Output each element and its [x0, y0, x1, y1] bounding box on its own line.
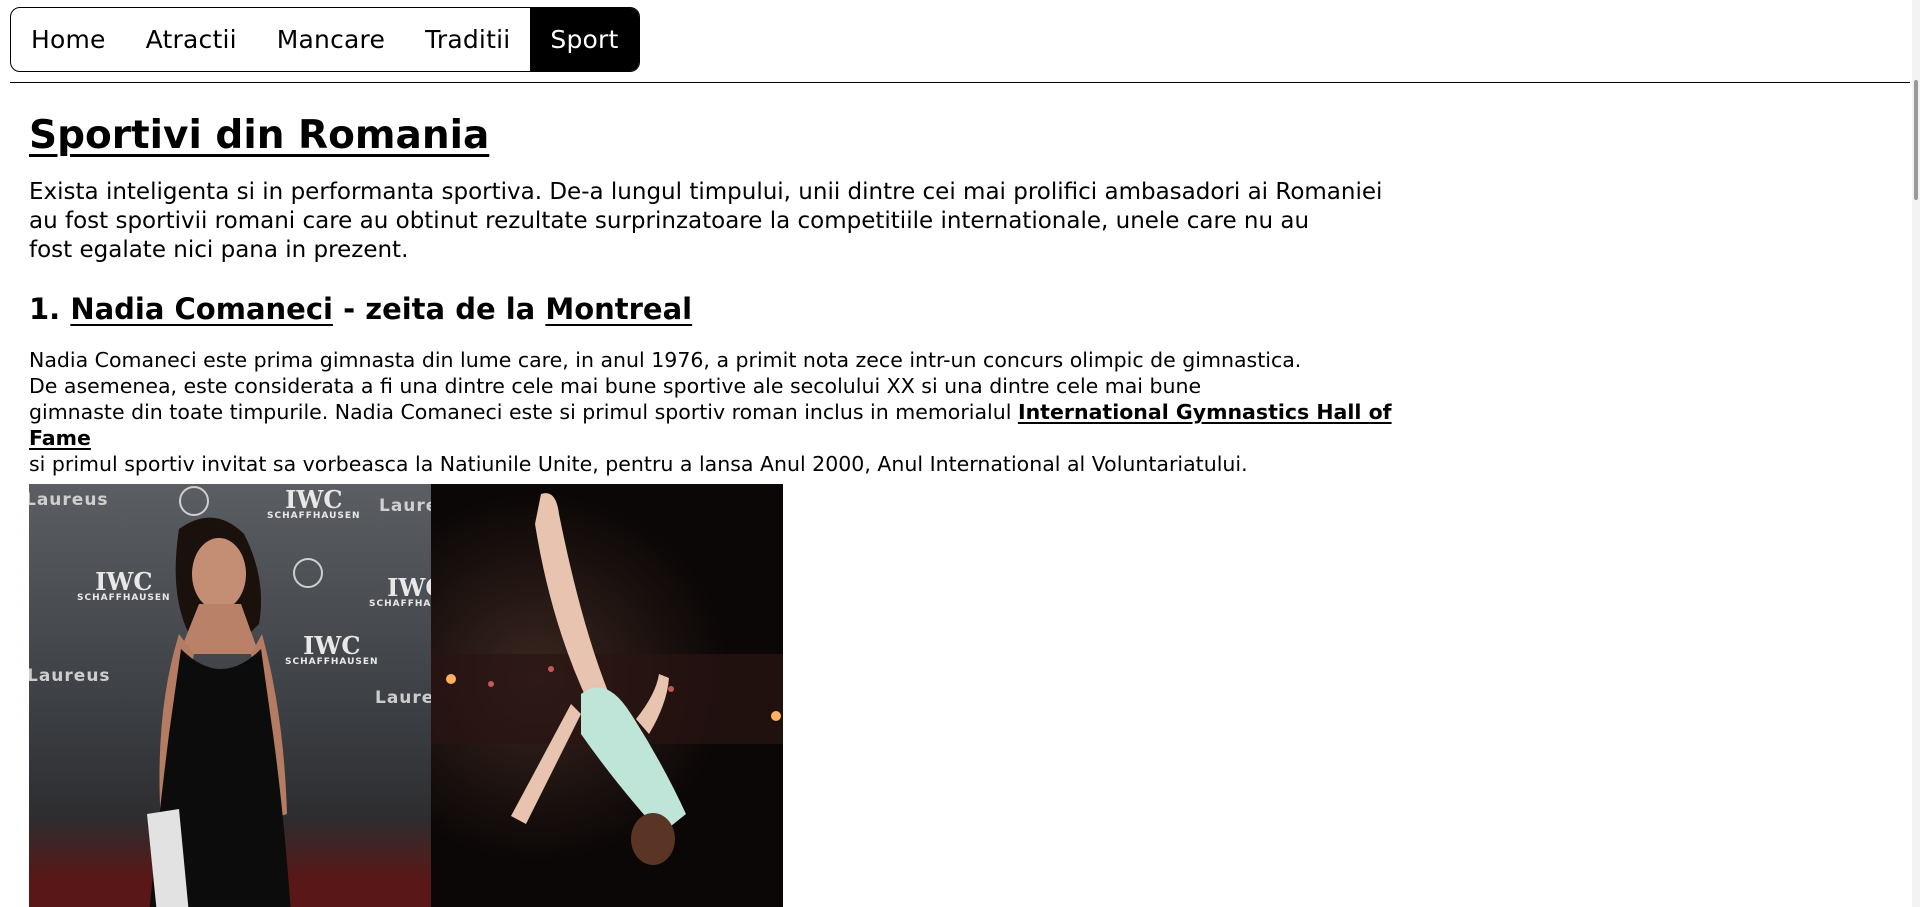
section-separator: - zeita de la [332, 292, 546, 326]
intro-line: fost egalate nici pana in prezent. [29, 237, 409, 263]
page: Home Atractii Mancare Traditii Sport Spo… [0, 0, 1920, 907]
bio-line: Nadia Comaneci este prima gimnasta din l… [29, 348, 1302, 372]
woman-in-black-dress [147, 517, 291, 907]
scrollbar-thumb[interactable] [1914, 80, 1918, 200]
gymnast-figure [431, 493, 783, 865]
nadia-comaneci-link[interactable]: Nadia Comaneci [70, 292, 333, 326]
intro-line: Exista inteligenta si in performanta spo… [29, 179, 1383, 205]
nadia-bio: Nadia Comaneci este prima gimnasta din l… [29, 347, 1449, 477]
nav-item-home[interactable]: Home [11, 8, 126, 71]
nav-item-sport[interactable]: Sport [530, 8, 639, 71]
bio-line: si primul sportiv invitat sa vorbeasca l… [29, 452, 1248, 476]
intro-paragraph: Exista inteligenta si in performanta spo… [29, 178, 1389, 265]
nav-item-atractii[interactable]: Atractii [126, 8, 257, 71]
intro-line: au fost sportivii romani care au obtinut… [29, 208, 1310, 234]
nav-item-mancare[interactable]: Mancare [257, 8, 405, 71]
main-content: Sportivi din Romania Exista inteligenta … [29, 108, 1449, 477]
montreal-link[interactable]: Montreal [545, 292, 692, 326]
nadia-photos: Laureus IWCSCHAFFHAUSEN Laureus IWCSCHAF… [29, 484, 783, 907]
nadia-red-carpet-photo: Laureus IWCSCHAFFHAUSEN Laureus IWCSCHAF… [29, 484, 431, 907]
section-title-nadia: 1. Nadia Comaneci - zeita de la Montreal [29, 289, 1449, 329]
top-nav: Home Atractii Mancare Traditii Sport [10, 7, 640, 72]
scrollbar[interactable] [1912, 0, 1920, 907]
bio-line: gimnaste din toate timpurile. Nadia Coma… [29, 400, 1018, 424]
page-title: Sportivi din Romania [29, 113, 490, 158]
section-number: 1. [29, 292, 61, 326]
nav-divider [10, 82, 1910, 83]
nadia-gymnast-photo [431, 484, 783, 907]
bio-line: De asemenea, este considerata a fi una d… [29, 374, 1202, 398]
nav-item-traditii[interactable]: Traditii [405, 8, 530, 71]
